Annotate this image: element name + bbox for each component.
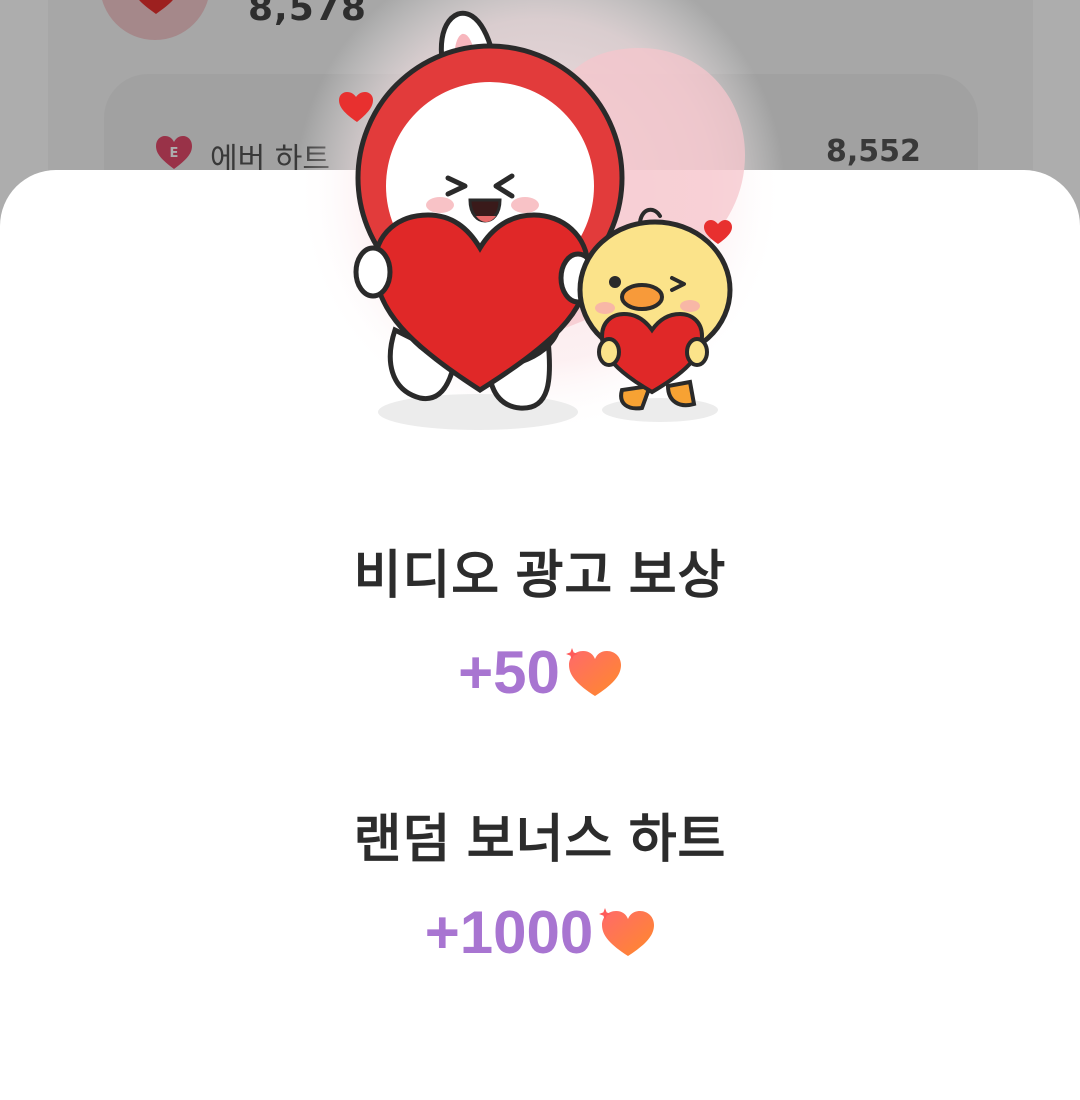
sparkle-heart-icon [565, 648, 621, 696]
bonus-reward-amount-row: +1000 [0, 898, 1080, 966]
bunny-and-chick-illustration [295, 0, 785, 435]
bonus-reward-amount: +1000 [424, 898, 594, 966]
video-reward-amount: +50 [458, 638, 560, 706]
reward-sheet: 비디오 광고 보상 +50 랜덤 보너스 하트 +1000 [0, 0, 1080, 1100]
video-reward-amount-row: +50 [0, 638, 1080, 706]
video-reward-title: 비디오 광고 보상 [353, 547, 727, 605]
bonus-reward-title: 랜덤 보너스 하트 [353, 811, 727, 869]
sparkle-heart-icon [599, 908, 655, 956]
